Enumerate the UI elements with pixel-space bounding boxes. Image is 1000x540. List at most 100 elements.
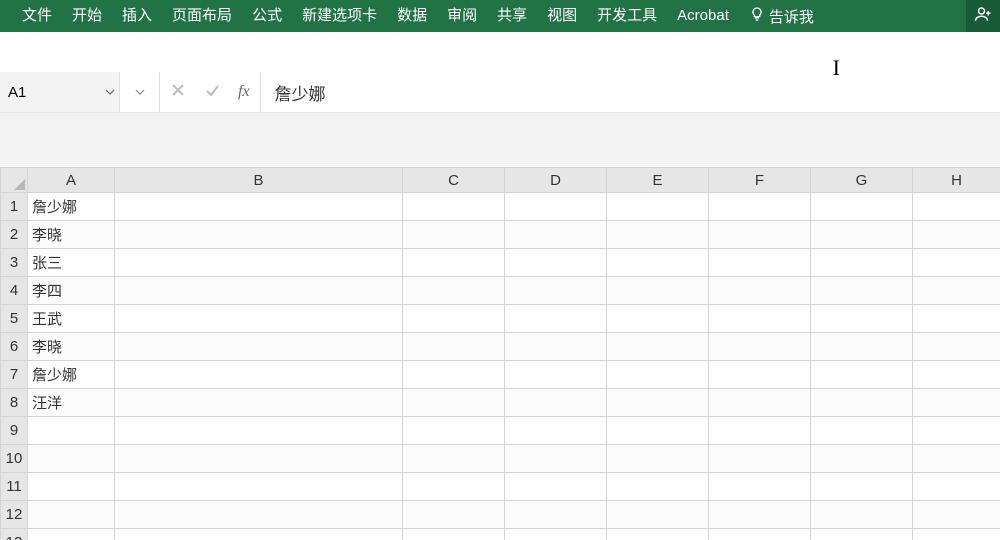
cell[interactable] [505, 361, 607, 389]
cell[interactable] [811, 333, 913, 361]
cell[interactable] [913, 473, 1000, 501]
cell[interactable] [115, 333, 403, 361]
row-header[interactable]: 9 [1, 417, 28, 445]
cell[interactable] [115, 221, 403, 249]
cell[interactable] [505, 277, 607, 305]
cell[interactable] [28, 501, 115, 529]
fx-icon[interactable]: fx [238, 83, 250, 101]
cell[interactable] [607, 333, 709, 361]
row-header[interactable]: 11 [1, 473, 28, 501]
tab-acrobat[interactable]: Acrobat [667, 0, 739, 32]
cell[interactable] [115, 389, 403, 417]
cell[interactable] [505, 333, 607, 361]
row-header[interactable]: 13 [1, 529, 28, 540]
cell[interactable]: 王武 [28, 305, 115, 333]
cell[interactable] [403, 249, 505, 277]
cell[interactable]: 汪洋 [28, 389, 115, 417]
cell[interactable] [913, 277, 1000, 305]
cell[interactable] [115, 277, 403, 305]
cell[interactable] [913, 193, 1000, 221]
cell[interactable] [403, 501, 505, 529]
cell[interactable] [607, 361, 709, 389]
cell[interactable] [115, 529, 403, 540]
cell[interactable] [607, 417, 709, 445]
cell[interactable] [913, 221, 1000, 249]
cell[interactable] [709, 221, 811, 249]
tab-developer[interactable]: 开发工具 [587, 0, 667, 32]
cell[interactable] [913, 361, 1000, 389]
cell[interactable]: 李晓 [28, 333, 115, 361]
tab-review[interactable]: 审阅 [437, 0, 487, 32]
enter-icon[interactable] [204, 82, 220, 103]
row-header[interactable]: 7 [1, 361, 28, 389]
cell[interactable] [811, 417, 913, 445]
cell[interactable] [607, 249, 709, 277]
cell[interactable]: 李晓 [28, 221, 115, 249]
cell[interactable] [709, 445, 811, 473]
tab-file[interactable]: 文件 [12, 0, 62, 32]
formula-input[interactable]: 詹少娜 [261, 72, 1000, 112]
cell[interactable] [115, 501, 403, 529]
cell[interactable] [811, 277, 913, 305]
tab-insert[interactable]: 插入 [112, 0, 162, 32]
cancel-icon[interactable] [170, 82, 186, 103]
col-header-B[interactable]: B [115, 168, 403, 193]
cell[interactable] [403, 529, 505, 540]
cell[interactable] [505, 221, 607, 249]
col-header-G[interactable]: G [811, 168, 913, 193]
cell[interactable] [403, 221, 505, 249]
name-box[interactable] [0, 72, 120, 112]
row-header[interactable]: 5 [1, 305, 28, 333]
cell[interactable]: 詹少娜 [28, 193, 115, 221]
cell[interactable] [913, 305, 1000, 333]
cell[interactable] [607, 529, 709, 540]
cell[interactable] [403, 389, 505, 417]
row-header[interactable]: 8 [1, 389, 28, 417]
cell[interactable] [709, 417, 811, 445]
cell[interactable] [115, 473, 403, 501]
row-header[interactable]: 3 [1, 249, 28, 277]
tab-data[interactable]: 数据 [387, 0, 437, 32]
cell[interactable] [811, 473, 913, 501]
row-header[interactable]: 1 [1, 193, 28, 221]
cell[interactable] [505, 249, 607, 277]
cell[interactable] [403, 473, 505, 501]
cell[interactable] [811, 221, 913, 249]
cell[interactable] [403, 333, 505, 361]
cell[interactable] [709, 193, 811, 221]
col-header-E[interactable]: E [607, 168, 709, 193]
cell[interactable] [403, 305, 505, 333]
select-all-corner[interactable] [1, 168, 28, 193]
cell[interactable] [607, 445, 709, 473]
tab-formulas[interactable]: 公式 [242, 0, 292, 32]
col-header-H[interactable]: H [913, 168, 1000, 193]
cell[interactable] [913, 249, 1000, 277]
cell[interactable] [505, 501, 607, 529]
cell[interactable] [709, 473, 811, 501]
cell[interactable] [811, 305, 913, 333]
cell[interactable] [709, 249, 811, 277]
chevron-down-icon[interactable] [105, 87, 115, 97]
cell[interactable] [607, 473, 709, 501]
cell[interactable] [607, 305, 709, 333]
tab-custom[interactable]: 新建选项卡 [292, 0, 387, 32]
row-header[interactable]: 12 [1, 501, 28, 529]
expand-formula-bar[interactable] [120, 72, 160, 112]
cell[interactable] [607, 277, 709, 305]
cell[interactable] [709, 529, 811, 540]
cell[interactable] [115, 193, 403, 221]
cell[interactable] [505, 305, 607, 333]
tab-home[interactable]: 开始 [62, 0, 112, 32]
cell[interactable]: 詹少娜 [28, 361, 115, 389]
cell[interactable] [913, 501, 1000, 529]
row-header[interactable]: 6 [1, 333, 28, 361]
cell[interactable] [115, 305, 403, 333]
cell[interactable] [709, 305, 811, 333]
cell[interactable] [709, 389, 811, 417]
cell[interactable] [709, 277, 811, 305]
cell[interactable] [811, 193, 913, 221]
cell[interactable] [607, 389, 709, 417]
cell[interactable] [709, 361, 811, 389]
cell[interactable] [709, 333, 811, 361]
cell[interactable] [403, 361, 505, 389]
